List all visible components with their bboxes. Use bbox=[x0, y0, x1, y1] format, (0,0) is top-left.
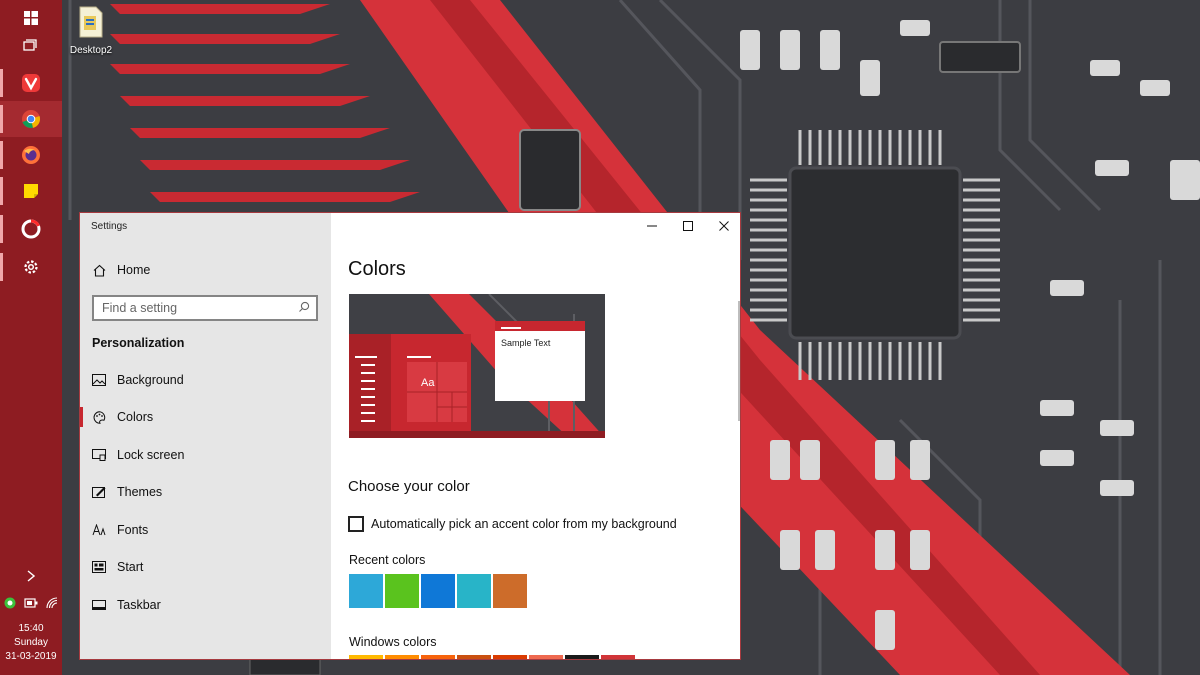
nav-item-themes[interactable]: Themes bbox=[80, 474, 331, 510]
recent-color-swatch[interactable] bbox=[493, 574, 527, 608]
search-icon bbox=[299, 301, 310, 312]
recent-colors-row bbox=[349, 574, 529, 608]
nav-item-start[interactable]: Start bbox=[80, 549, 331, 585]
start-menu-icon bbox=[92, 560, 106, 574]
taskbar: 15:40 Sunday 31-03-2019 bbox=[0, 0, 62, 675]
shortcut-file-icon bbox=[79, 6, 103, 38]
chrome-icon bbox=[22, 110, 41, 129]
firefox-icon bbox=[22, 146, 40, 164]
wifi-icon[interactable] bbox=[46, 597, 58, 609]
nav-home[interactable]: Home bbox=[80, 252, 331, 288]
recent-color-swatch[interactable] bbox=[349, 574, 383, 608]
clock-time[interactable]: 15:40 bbox=[0, 622, 62, 636]
windows-color-swatch[interactable] bbox=[565, 655, 599, 659]
vivaldi-icon bbox=[22, 74, 40, 92]
preview-image: Aa Sample Text bbox=[349, 293, 605, 438]
app-tray-icon[interactable] bbox=[4, 597, 16, 609]
windows-color-swatch[interactable] bbox=[457, 655, 491, 659]
windows-color-swatch[interactable] bbox=[601, 655, 635, 659]
start-icon bbox=[24, 11, 38, 25]
nav-item-colors[interactable]: Colors bbox=[80, 399, 331, 435]
nav-item-fonts[interactable]: Fonts bbox=[80, 512, 331, 548]
sticky-notes-icon bbox=[24, 184, 38, 198]
auto-accent-checkbox[interactable]: Automatically pick an accent color from … bbox=[348, 516, 677, 532]
opera-icon bbox=[21, 219, 41, 239]
search-placeholder: Find a setting bbox=[102, 301, 178, 315]
nav-item-label: Taskbar bbox=[117, 598, 161, 612]
windows-colors-label: Windows colors bbox=[349, 635, 437, 649]
desktop-shortcut[interactable]: Desktop2 bbox=[68, 6, 114, 56]
settings-icon bbox=[24, 260, 38, 274]
windows-color-swatch[interactable] bbox=[529, 655, 563, 659]
nav-item-label: Start bbox=[117, 560, 144, 574]
checkbox-box[interactable] bbox=[348, 516, 364, 532]
taskbar-app-opera[interactable] bbox=[0, 211, 62, 247]
taskbar-app-firefox[interactable] bbox=[0, 137, 62, 173]
nav-item-lock-screen[interactable]: Lock screen bbox=[80, 437, 331, 473]
windows-color-swatch[interactable] bbox=[493, 655, 527, 659]
window-title: Settings bbox=[91, 221, 128, 232]
navigation-pane: Settings Home Find a setting Personaliza… bbox=[80, 213, 331, 659]
recent-color-swatch[interactable] bbox=[457, 574, 491, 608]
nav-item-label: Themes bbox=[117, 485, 163, 499]
windows-color-swatch[interactable] bbox=[421, 655, 455, 659]
battery-icon[interactable] bbox=[24, 598, 38, 608]
task-view-button[interactable] bbox=[0, 28, 62, 64]
shortcut-label: Desktop2 bbox=[69, 45, 113, 56]
section-heading: Personalization bbox=[92, 336, 185, 350]
choose-color-heading: Choose your color bbox=[348, 478, 470, 495]
nav-item-label: Background bbox=[117, 373, 184, 387]
windows-color-swatch[interactable] bbox=[385, 655, 419, 659]
palette-icon bbox=[92, 410, 106, 424]
lock-screen-icon bbox=[92, 448, 106, 462]
theme-preview: Aa Sample Text bbox=[349, 293, 605, 438]
taskbar-app-settings[interactable] bbox=[0, 249, 62, 285]
task-view-icon bbox=[23, 39, 37, 51]
windows-colors-row bbox=[349, 655, 637, 659]
recent-color-swatch[interactable] bbox=[385, 574, 419, 608]
taskbar-app-vivaldi[interactable] bbox=[0, 65, 62, 101]
recent-color-swatch[interactable] bbox=[421, 574, 455, 608]
preview-tile-text: Aa bbox=[421, 377, 435, 389]
preview-sample-text: Sample Text bbox=[501, 338, 551, 348]
nav-item-background[interactable]: Background bbox=[80, 362, 331, 398]
taskbar-app-sticky-notes[interactable] bbox=[0, 173, 62, 209]
page-title: Colors bbox=[348, 258, 406, 280]
taskbar-icon bbox=[92, 598, 106, 612]
show-hidden-icons-button[interactable] bbox=[0, 566, 62, 586]
taskbar-app-chrome[interactable] bbox=[0, 101, 62, 137]
nav-item-taskbar[interactable]: Taskbar bbox=[80, 587, 331, 623]
themes-icon bbox=[92, 485, 106, 499]
clock-date[interactable]: 31-03-2019 bbox=[0, 650, 62, 664]
settings-window: Settings Home Find a setting Personaliza… bbox=[79, 212, 741, 660]
search-input[interactable]: Find a setting bbox=[92, 295, 318, 321]
scrollbar[interactable] bbox=[738, 301, 740, 421]
home-icon bbox=[92, 263, 106, 277]
windows-color-swatch[interactable] bbox=[349, 655, 383, 659]
nav-item-label: Lock screen bbox=[117, 448, 185, 462]
chevron-right-icon bbox=[27, 570, 35, 582]
nav-home-label: Home bbox=[117, 263, 151, 277]
recent-colors-label: Recent colors bbox=[349, 553, 426, 567]
auto-accent-label: Automatically pick an accent color from … bbox=[371, 517, 677, 531]
content-pane: Colors Aa Sample Text Choose your color … bbox=[331, 213, 740, 659]
background-icon bbox=[92, 373, 106, 387]
nav-item-label: Fonts bbox=[117, 523, 149, 537]
fonts-icon bbox=[92, 523, 106, 537]
nav-item-label: Colors bbox=[117, 410, 154, 424]
clock-day[interactable]: Sunday bbox=[0, 636, 62, 650]
